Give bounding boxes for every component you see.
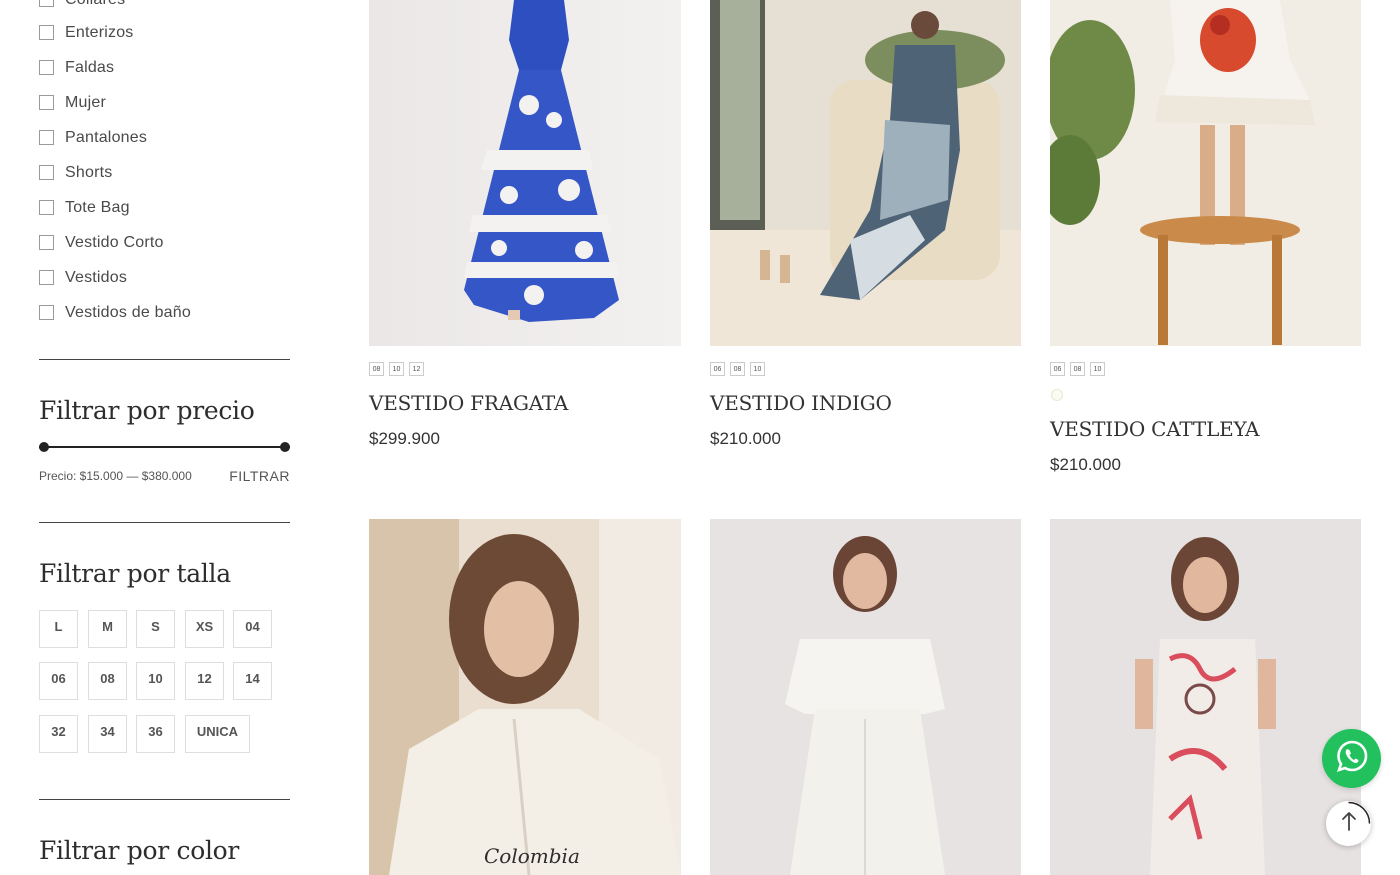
product-name[interactable]: VESTIDO CATTLEYA [1050,417,1259,441]
category-label: Tote Bag [65,198,130,216]
product-image-vestido-indigo[interactable] [710,0,1021,346]
size-filter-title: Filtrar por talla [39,559,231,588]
size-option-10[interactable]: 10 [136,662,175,700]
product-price: $210.000 [1050,455,1121,474]
shirt-photo [369,519,681,875]
size-tags: 06 08 10 [1050,362,1105,376]
size-tag: 10 [1090,362,1105,376]
divider [39,522,290,523]
dress-photo [1050,0,1361,346]
divider [39,799,290,800]
size-option-s[interactable]: S [136,610,175,648]
category-item-enterizos[interactable]: Enterizos [39,15,134,50]
checkbox[interactable] [39,25,54,40]
category-label: Pantalones [65,128,148,146]
size-option-m[interactable]: M [88,610,127,648]
size-tag: 10 [750,362,765,376]
dress-photo [369,0,681,346]
category-item-vestido-corto[interactable]: Vestido Corto [39,225,164,260]
size-option-l[interactable]: L [39,610,78,648]
product-price: $299.900 [369,429,440,448]
product-image-row2-3[interactable] [1050,519,1361,875]
size-option-34[interactable]: 34 [88,715,127,753]
size-tags: 06 08 10 [710,362,765,376]
checkbox[interactable] [39,200,54,215]
category-label: Collares [65,0,125,9]
category-label: Vestidos de baño [65,303,191,321]
size-option-06[interactable]: 06 [39,662,78,700]
divider [39,359,290,360]
category-item-shorts[interactable]: Shorts [39,155,112,190]
size-tags: 08 10 12 [369,362,424,376]
scroll-progress-ring [1348,801,1371,824]
category-item-vestidos-de-bano[interactable]: Vestidos de baño [39,295,191,330]
product-name[interactable]: VESTIDO FRAGATA [369,391,568,415]
slider-min-handle[interactable] [39,442,49,452]
filter-button[interactable]: FILTRAR [229,468,290,484]
dress-photo [710,0,1021,346]
size-option-04[interactable]: 04 [233,610,272,648]
product-image-vestido-cattleya[interactable] [1050,0,1361,346]
whatsapp-icon [1334,738,1370,779]
product-price: $210.000 [710,429,781,448]
slider-max-handle[interactable] [280,442,290,452]
category-label: Mujer [65,93,107,111]
whatsapp-button[interactable] [1322,729,1381,788]
size-tag: 08 [730,362,745,376]
size-tag: 10 [389,362,404,376]
product-image-row2-1[interactable]: Colombia [369,519,681,875]
price-filter-title: Filtrar por precio [39,396,255,425]
shirt-print-text: Colombia [484,844,580,868]
color-swatch[interactable] [1051,389,1063,401]
category-label: Vestido Corto [65,233,164,251]
scroll-to-top-button[interactable] [1326,801,1371,846]
category-label: Vestidos [65,268,128,286]
category-item-faldas[interactable]: Faldas [39,50,114,85]
checkbox[interactable] [39,130,54,145]
size-option-unica[interactable]: UNICA [185,715,250,753]
product-name[interactable]: VESTIDO INDIGO [710,391,892,415]
size-tag: 08 [369,362,384,376]
product-image-row2-2[interactable] [710,519,1021,875]
size-tag: 12 [409,362,424,376]
checkbox[interactable] [39,0,54,7]
outfit-photo [710,519,1021,875]
checkbox[interactable] [39,235,54,250]
jumpsuit-photo [1050,519,1361,875]
size-option-12[interactable]: 12 [185,662,224,700]
category-item-pantalones[interactable]: Pantalones [39,120,147,155]
category-label: Faldas [65,58,115,76]
size-tag: 06 [710,362,725,376]
checkbox[interactable] [39,60,54,75]
category-item-tote-bag[interactable]: Tote Bag [39,190,130,225]
category-item-mujer[interactable]: Mujer [39,85,106,120]
size-option-36[interactable]: 36 [136,715,175,753]
size-option-xs[interactable]: XS [185,610,224,648]
checkbox[interactable] [39,305,54,320]
color-filter-title: Filtrar por color [39,836,240,865]
size-option-08[interactable]: 08 [88,662,127,700]
price-range-text: Precio: $15.000 — $380.000 [39,469,192,483]
checkbox[interactable] [39,270,54,285]
size-option-14[interactable]: 14 [233,662,272,700]
size-tag: 08 [1070,362,1085,376]
size-tag: 06 [1050,362,1065,376]
category-label: Shorts [65,163,113,181]
size-option-32[interactable]: 32 [39,715,78,753]
checkbox[interactable] [39,165,54,180]
category-item-vestidos[interactable]: Vestidos [39,260,127,295]
category-label: Enterizos [65,23,134,41]
price-slider[interactable] [39,442,290,452]
checkbox[interactable] [39,95,54,110]
product-image-vestido-fragata[interactable] [369,0,681,346]
